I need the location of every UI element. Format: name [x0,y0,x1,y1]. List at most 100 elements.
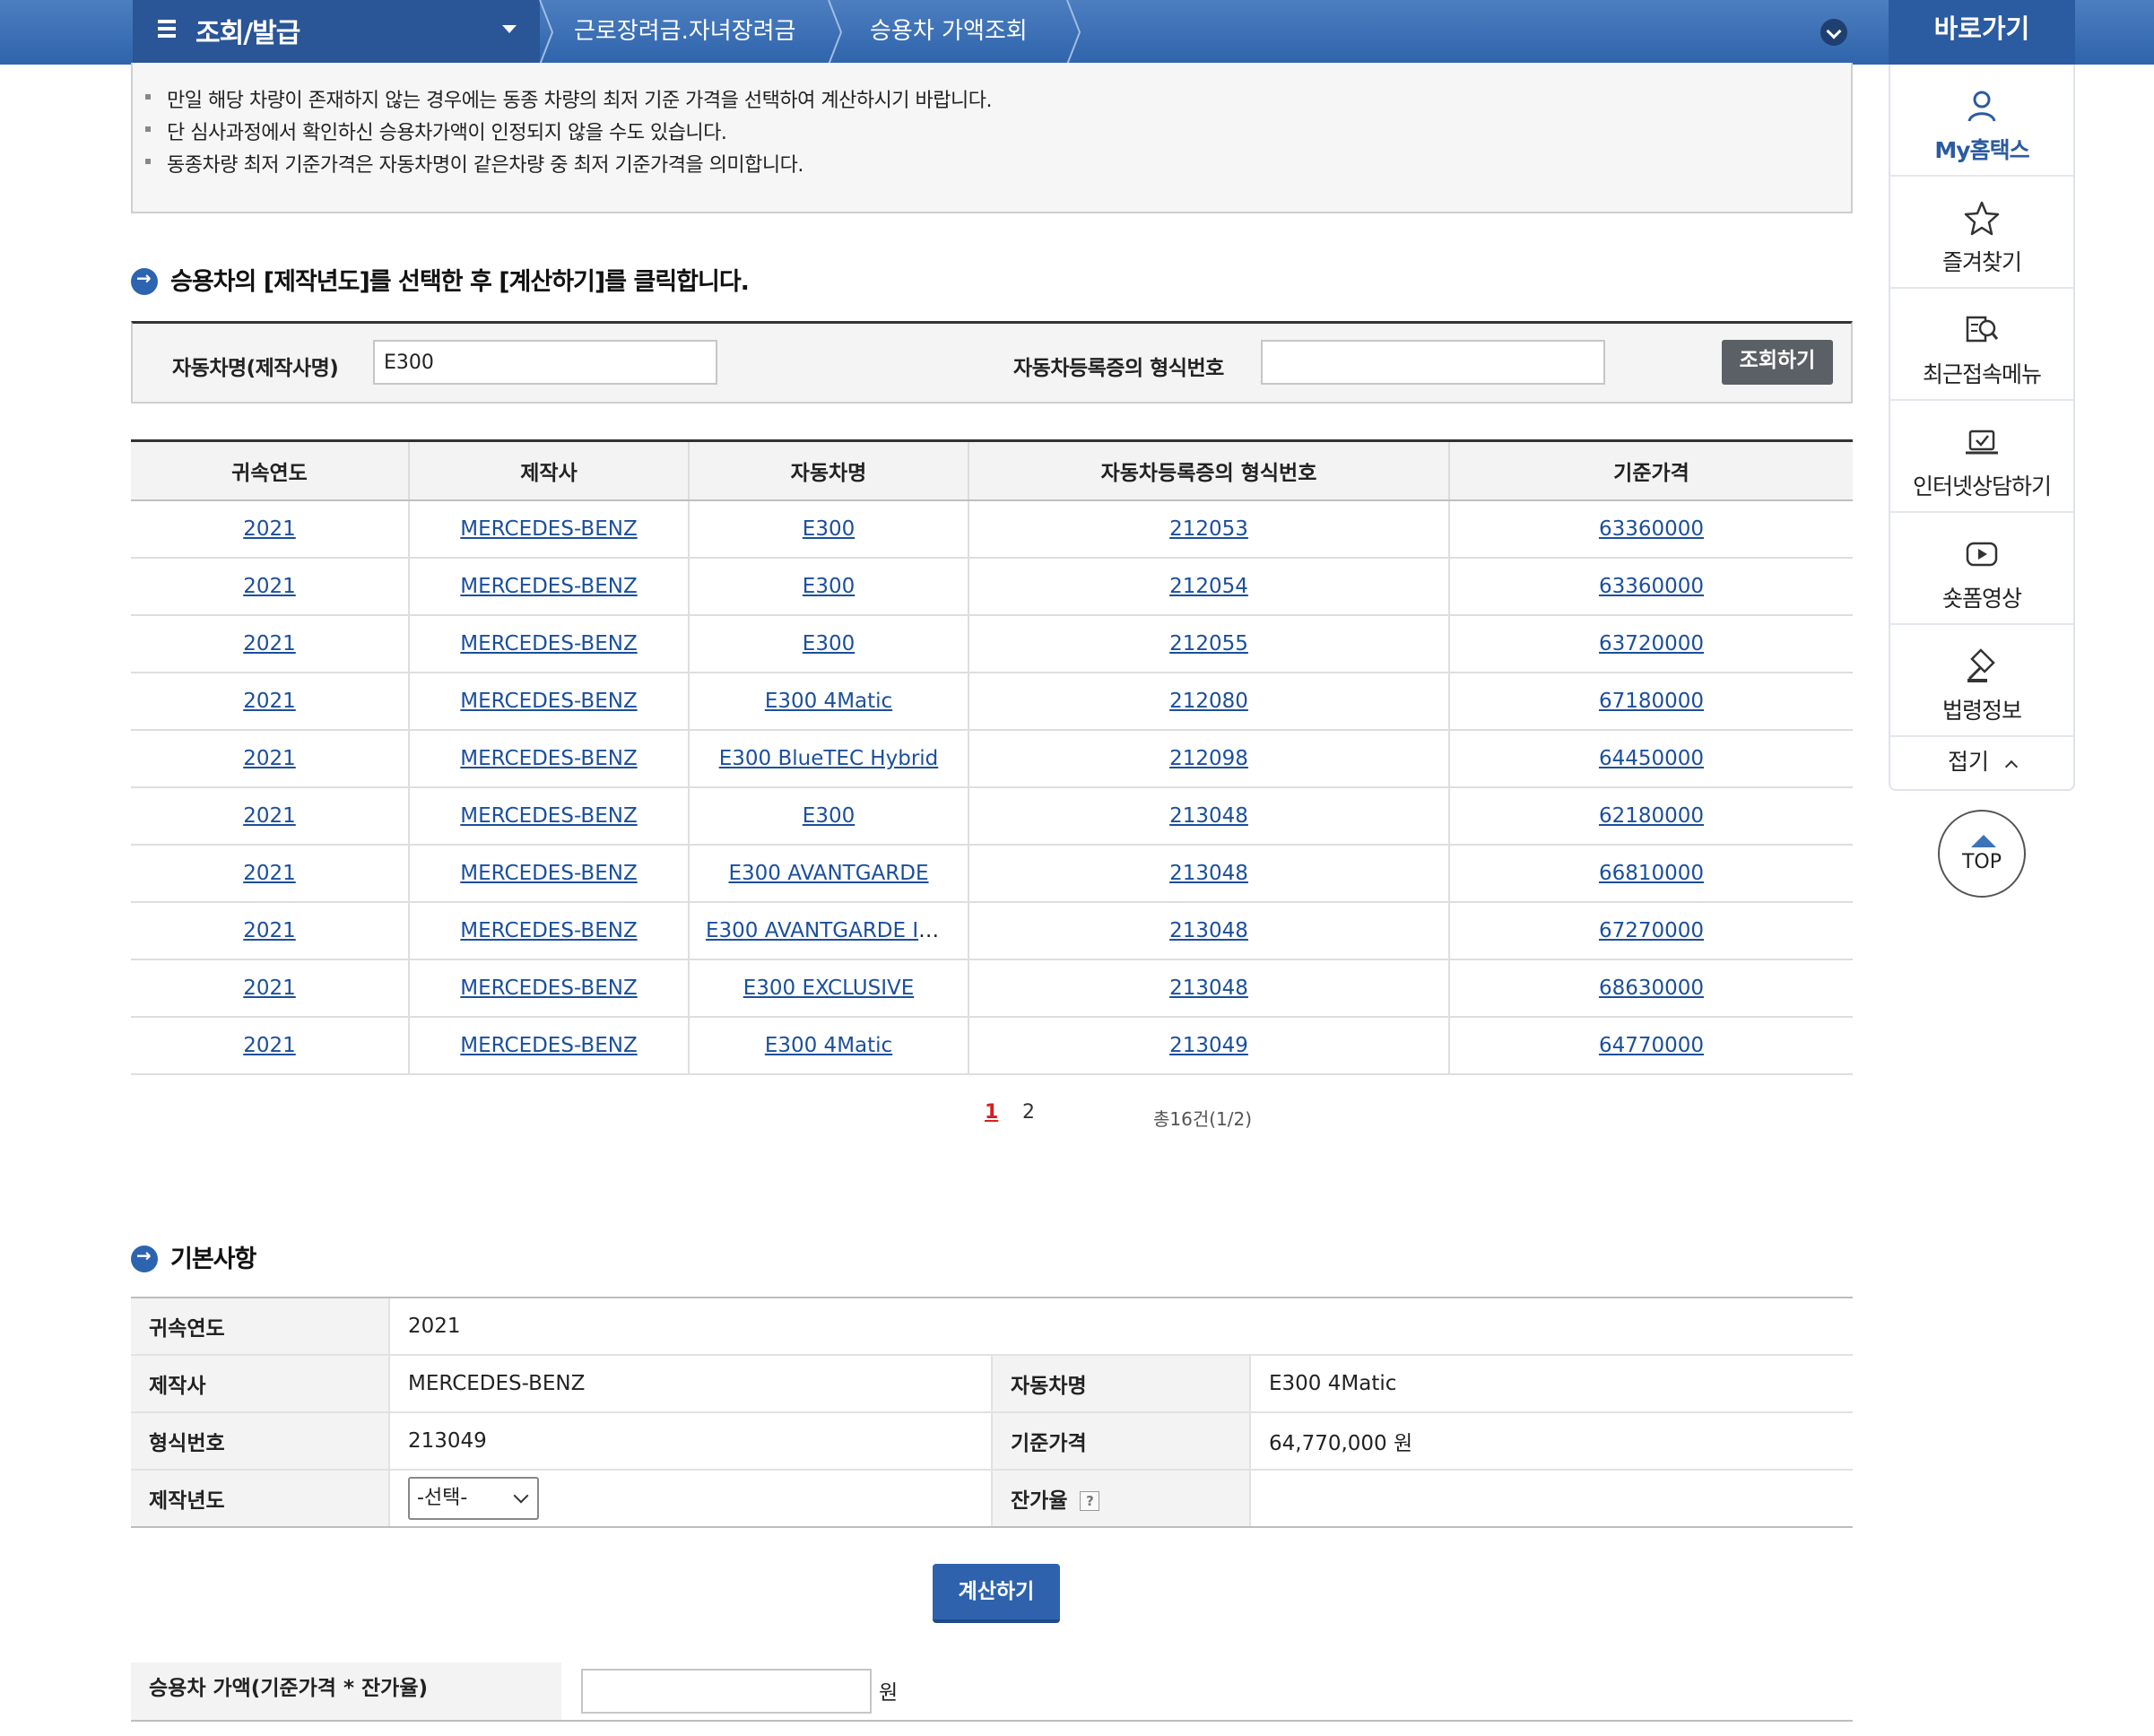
cell-year-link[interactable]: 2021 [243,690,296,713]
maker-label: 제작사 [131,1355,389,1413]
quick-item-my-hometax[interactable]: My홈택스 [1890,65,2073,177]
cell-car-name-link[interactable]: E300 [803,517,855,541]
cell-maker-link[interactable]: MERCEDES-BENZ [460,632,637,655]
cell-base-price-link[interactable]: 64770000 [1599,1034,1704,1057]
cell-model-no-link[interactable]: 212055 [1169,632,1248,655]
car-name-input[interactable] [373,340,717,385]
cell-year-link[interactable]: 2021 [243,919,296,942]
residual-rate-label-cell: 잔가율? [991,1470,1250,1528]
search-button[interactable]: 조회하기 [1722,340,1833,385]
cell-base-price-link[interactable]: 63360000 [1599,517,1704,541]
cell-model-no-link[interactable]: 213048 [1169,919,1248,942]
cell-base-price: 63360000 [1448,499,1853,559]
cell-year-link[interactable]: 2021 [243,1034,296,1057]
menu-dropdown[interactable] [133,0,540,65]
quick-item-short-video[interactable]: 숏폼영상 [1890,513,2073,625]
cell-maker-link[interactable]: MERCEDES-BENZ [460,690,637,713]
cell-model-no-link[interactable]: 213048 [1169,976,1248,1000]
cell-maker-link[interactable]: MERCEDES-BENZ [460,517,637,541]
cell-maker-link[interactable]: MERCEDES-BENZ [460,1034,637,1057]
quick-item-recent-menu[interactable]: 최근접속메뉴 [1890,289,2073,401]
cell-year-link[interactable]: 2021 [243,747,296,770]
cell-car-name: E300 AVANTGARDE Int… [688,901,968,960]
expand-chevron-icon[interactable] [1820,19,1847,46]
cell-model-no-link[interactable]: 212098 [1169,747,1248,770]
cell-car-name: E300 [688,614,968,673]
cell-model-no-link[interactable]: 213049 [1169,1034,1248,1057]
cell-maker-link[interactable]: MERCEDES-BENZ [460,575,637,598]
cell-car-name-link[interactable]: E300 4Matic [765,690,892,713]
cell-model-no-link[interactable]: 212080 [1169,690,1248,713]
collapse-button[interactable]: 접기 [1890,739,2073,789]
cell-car-name-link[interactable]: E300 AVANTGARDE [728,862,928,885]
cell-base-price-link[interactable]: 67270000 [1599,919,1704,942]
cell-car-name-link[interactable]: E300 EXCLUSIVE [743,976,915,1000]
cell-car-name-link[interactable]: E300 [803,575,855,598]
menu-title[interactable]: 조회/발급 [195,11,300,50]
car-value-output[interactable] [581,1669,872,1714]
cell-year: 2021 [131,901,409,960]
quick-item-label: 법령정보 [1941,698,2022,724]
cell-maker: MERCEDES-BENZ [408,729,689,788]
cell-base-price: 64450000 [1448,729,1853,788]
cell-car-name-link[interactable]: E300 [803,804,855,828]
search-box: 자동차명(제작사명) 자동차등록증의 형식번호 조회하기 [131,321,1853,404]
cell-maker: MERCEDES-BENZ [408,499,689,559]
cell-year-link[interactable]: 2021 [243,862,296,885]
cell-base-price-link[interactable]: 66810000 [1599,862,1704,885]
page-link[interactable]: 2 [1022,1101,1035,1124]
car-value-result-row: 승용차 가액(기준가격 * 잔가율) 원 [131,1662,1853,1722]
star-icon [1964,201,2000,236]
cell-year-link[interactable]: 2021 [243,976,296,1000]
cell-car-name: E300 BlueTEC Hybrid [688,729,968,788]
cell-model-no-link[interactable]: 212053 [1169,517,1248,541]
cell-maker-link[interactable]: MERCEDES-BENZ [460,862,637,885]
help-icon[interactable]: ? [1080,1491,1100,1511]
cell-model-no: 213049 [968,1016,1449,1075]
cell-model-no: 213048 [968,844,1449,903]
breadcrumb-item-2[interactable]: 승용차 가액조회 [870,13,1028,46]
cell-base-price-link[interactable]: 68630000 [1599,976,1704,1000]
scroll-top-button[interactable]: TOP [1938,810,2026,898]
quick-item-favorites[interactable]: 즐겨찾기 [1890,177,2073,289]
cell-base-price: 67180000 [1448,672,1853,731]
cell-year-link[interactable]: 2021 [243,517,296,541]
cell-base-price: 68630000 [1448,959,1853,1018]
cell-model-no-link[interactable]: 213048 [1169,862,1248,885]
mfg-year-select[interactable]: -선택- [408,1477,539,1520]
cell-car-name-link[interactable]: E300 BlueTEC Hybrid [719,747,939,770]
cell-year: 2021 [131,672,409,731]
page-current[interactable]: 1 [985,1101,998,1124]
calculate-button[interactable]: 계산하기 [933,1564,1060,1623]
model-no-input[interactable] [1261,340,1605,385]
cell-car-name-link[interactable]: E300 4Matic [765,1034,892,1057]
arrow-up-icon [1971,835,1996,847]
cell-year: 2021 [131,786,409,846]
table-row: 2021 MERCEDES-BENZ E300 212055 63720000 [131,614,1853,673]
year-value: 2021 [388,1297,1853,1356]
cell-model-no-link[interactable]: 213048 [1169,804,1248,828]
cell-base-price-link[interactable]: 63360000 [1599,575,1704,598]
quick-item-online-consult[interactable]: 인터넷상담하기 [1890,401,2073,513]
cell-car-name-link[interactable]: E300 [803,632,855,655]
cell-maker-link[interactable]: MERCEDES-BENZ [460,747,637,770]
caret-down-icon[interactable] [502,25,517,33]
cell-base-price-link[interactable]: 62180000 [1599,804,1704,828]
quick-item-law-info[interactable]: 법령정보 [1890,625,2073,737]
cell-maker-link[interactable]: MERCEDES-BENZ [460,976,637,1000]
year-label: 귀속연도 [131,1297,389,1356]
cell-year-link[interactable]: 2021 [243,804,296,828]
cell-year-link[interactable]: 2021 [243,575,296,598]
cell-car-name-link[interactable]: E300 AVANTGARDE Int… [706,919,960,942]
cell-model-no-link[interactable]: 212054 [1169,575,1248,598]
column-header-maker: 제작사 [408,439,689,501]
cell-maker-link[interactable]: MERCEDES-BENZ [460,804,637,828]
cell-base-price-link[interactable]: 64450000 [1599,747,1704,770]
cell-model-no: 212054 [968,557,1449,616]
cell-base-price-link[interactable]: 67180000 [1599,690,1704,713]
cell-base-price-link[interactable]: 63720000 [1599,632,1704,655]
hamburger-icon[interactable] [158,20,176,38]
cell-maker-link[interactable]: MERCEDES-BENZ [460,919,637,942]
breadcrumb-item-1[interactable]: 근로장려금.자녀장려금 [574,13,795,46]
cell-year-link[interactable]: 2021 [243,632,296,655]
